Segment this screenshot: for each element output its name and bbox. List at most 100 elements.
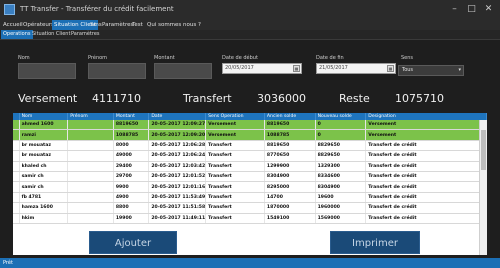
cell-nouveau: 19600 — [315, 192, 367, 204]
cell-date: 20-05-2017 11:51:58 — [148, 202, 207, 214]
cell-sens: Versement — [205, 129, 265, 141]
cell-ancien: 8819650 — [264, 120, 316, 131]
table-row[interactable]: ramzi 1088785 20-05-2017 12:09:20 Versement… — [13, 129, 487, 141]
close-icon[interactable]: ✕ — [482, 3, 495, 15]
cell-nom: hamza 1600 — [19, 202, 69, 214]
nom-field[interactable] — [18, 63, 76, 79]
menu-test[interactable]: Test — [130, 20, 145, 30]
cell-nouveau: 8304900 — [315, 181, 367, 193]
minimize-icon[interactable]: – — [448, 3, 461, 15]
cell-ancien: 1299900 — [264, 161, 316, 172]
table-row[interactable]: samir ch 9900 20-05-2017 12:01:16 Transfert… — [13, 181, 487, 193]
cell-ancien: 8770650 — [264, 150, 316, 162]
date-fin-field[interactable]: 21/05/2017 ▦ — [316, 63, 396, 74]
tab-situation-client[interactable]: Situation Client — [30, 30, 72, 39]
cell-sens: Transfert — [205, 140, 265, 152]
menu-operateurs[interactable]: Opérateurs — [21, 20, 56, 30]
cell-nom: ahmed 1600 — [19, 120, 69, 131]
calendar-icon[interactable]: ▦ — [387, 65, 394, 72]
cell-nom: samir ch — [19, 171, 69, 183]
ajouter-button[interactable]: Ajouter — [89, 231, 177, 254]
montant-field[interactable] — [154, 63, 212, 79]
cell-prenom — [67, 140, 114, 152]
title-bar: TT Transfer - Transférer du crédit facil… — [0, 0, 500, 20]
nom-label: Nom — [18, 55, 30, 61]
cell-date: 20-05-2017 12:09:27 — [148, 120, 207, 131]
cell-nouveau: 8334600 — [315, 171, 367, 183]
montant-label: Montant — [154, 55, 175, 61]
cell-nouveau: 1329300 — [315, 161, 367, 172]
cell-designation: Transfert de crédit — [365, 161, 487, 172]
cell-designation: Transfert de crédit — [365, 150, 487, 162]
table-row[interactable]: fb 4781 4900 20-05-2017 11:53:49 Transfert 1… — [13, 192, 487, 204]
app-icon — [4, 4, 15, 15]
column-header[interactable]: Prénom — [67, 113, 114, 120]
cell-date: 20-05-2017 12:01:52 — [148, 171, 207, 183]
cell-montant: 4900 — [113, 192, 150, 204]
menu-qui-sommes-nous[interactable]: Qui sommes nous ? — [145, 20, 203, 30]
cell-sens: Transfert — [205, 192, 265, 204]
table-row[interactable]: hamza 1600 8800 20-05-2017 11:51:58 Transfe… — [13, 202, 487, 214]
calendar-icon[interactable]: ▦ — [293, 65, 300, 72]
vertical-scrollbar[interactable] — [479, 120, 487, 255]
cell-designation: Transfert de crédit — [365, 213, 487, 224]
cell-ancien: 8304900 — [264, 171, 316, 183]
cell-montant: 8800 — [113, 202, 150, 214]
cell-date: 20-05-2017 12:03:42 — [148, 161, 207, 172]
cell-nom: samir ch — [19, 181, 69, 193]
date-debut-field[interactable]: 20/05/2017 ▦ — [222, 63, 302, 74]
cell-nom: br mouataz — [19, 140, 69, 152]
date-debut-label: Date de début — [222, 55, 258, 61]
cell-date: 20-05-2017 11:49:11 — [148, 213, 207, 224]
column-header[interactable]: Montant — [113, 113, 150, 120]
prenom-field[interactable] — [88, 63, 146, 79]
cell-date: 20-05-2017 11:53:49 — [148, 192, 207, 204]
imprimer-button[interactable]: Imprimer — [330, 231, 420, 254]
sens-value: Tous — [402, 67, 414, 73]
column-header[interactable]: Sens Operation — [205, 113, 265, 120]
cell-prenom — [67, 150, 114, 162]
cell-nom: br mouataz — [19, 150, 69, 162]
tab-parametres[interactable]: Paramètres — [69, 30, 102, 39]
cell-sens: Transfert — [205, 202, 265, 214]
table-row[interactable]: hkim 19900 20-05-2017 11:49:11 Transfert 154… — [13, 213, 487, 224]
cell-date: 20-05-2017 12:01:16 — [148, 181, 207, 193]
table-row[interactable]: br mouataz 8000 20-05-2017 12:06:28 Transfe… — [13, 140, 487, 152]
cell-ancien: 8295000 — [264, 181, 316, 193]
cell-designation: Versement — [365, 129, 487, 141]
maximize-icon[interactable]: □ — [465, 3, 478, 15]
table-row[interactable]: samir ch 29700 20-05-2017 12:01:52 Transfer… — [13, 171, 487, 183]
scrollbar-thumb[interactable] — [481, 130, 486, 170]
table-row[interactable]: br mouataz 49000 20-05-2017 12:06:24 Transf… — [13, 150, 487, 162]
cell-montant: 49000 — [113, 150, 150, 162]
column-header[interactable]: Designation — [365, 113, 487, 120]
column-header[interactable]: Ancien solde — [264, 113, 316, 120]
cell-prenom — [67, 129, 114, 141]
cell-nouveau: 1960000 — [315, 202, 367, 214]
cell-prenom — [67, 202, 114, 214]
cell-nouveau: 0 — [315, 129, 367, 141]
cell-nom: fb 4781 — [19, 192, 69, 204]
cell-sens: Transfert — [205, 213, 265, 224]
cell-montant: 29700 — [113, 171, 150, 183]
cell-sens: Transfert — [205, 161, 265, 172]
cell-montant: 1088785 — [113, 129, 150, 141]
reste-label: Reste — [339, 92, 370, 105]
sens-select[interactable]: Tous ▾ — [398, 65, 464, 76]
status-text: Prêt — [3, 260, 13, 266]
column-header[interactable]: Date — [148, 113, 207, 120]
cell-ancien: 1870000 — [264, 202, 316, 214]
versement-label: Versement — [18, 92, 78, 105]
cell-nom: hkim — [19, 213, 69, 224]
column-header[interactable]: Nom — [19, 113, 69, 120]
cell-nouveau: 8829650 — [315, 140, 367, 152]
chevron-down-icon: ▾ — [458, 67, 461, 73]
versement-value: 4111710 — [92, 92, 141, 105]
transfert-value: 3036000 — [257, 92, 306, 105]
table-row[interactable]: ahmed 1600 8819650 20-05-2017 12:09:27 Vers… — [13, 120, 487, 131]
column-header[interactable]: Nouveau solde — [315, 113, 367, 120]
tab-operations[interactable]: Operations — [1, 30, 33, 39]
table-row[interactable]: khaled ch 29400 20-05-2017 12:03:42 Transfe… — [13, 161, 487, 172]
sens-label: Sens — [401, 55, 414, 61]
reste-value: 1075710 — [395, 92, 444, 105]
